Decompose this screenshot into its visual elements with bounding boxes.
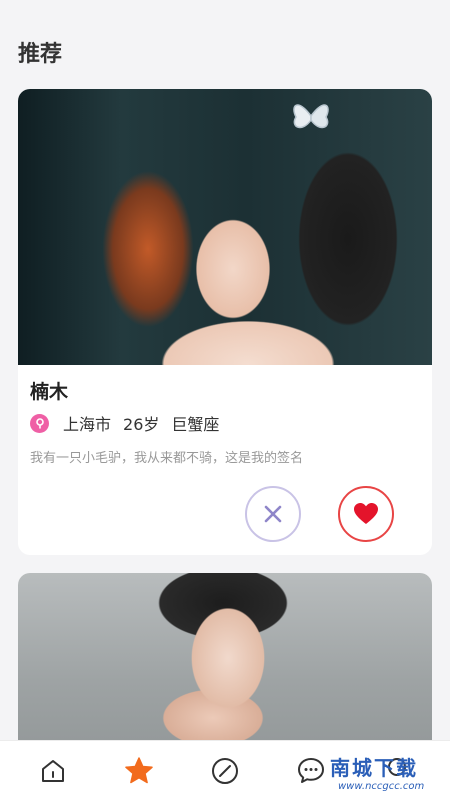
watermark-logo: 南城下载 www.nccgcc.com	[330, 752, 442, 798]
profile-photo[interactable]	[18, 89, 432, 365]
heart-icon	[354, 503, 378, 524]
tab-messages[interactable]	[295, 755, 327, 787]
chat-icon	[298, 758, 324, 783]
watermark-main-text: 南城下载	[330, 756, 418, 780]
profile-name: 楠木	[30, 381, 69, 403]
home-icon	[42, 760, 64, 782]
tab-recommend[interactable]	[123, 755, 155, 787]
compass-icon	[212, 758, 238, 784]
profile-zodiac: 巨蟹座	[171, 415, 220, 434]
dislike-button[interactable]	[245, 486, 301, 542]
tab-home[interactable]	[37, 755, 69, 787]
close-icon	[264, 505, 282, 523]
tab-discover[interactable]	[209, 755, 241, 787]
profile-card[interactable]: 楠木 上海市 26岁 巨蟹座 我有一只小毛驴，我从来都不骑，这是我的签名	[18, 89, 432, 555]
star-icon	[125, 757, 153, 784]
like-button[interactable]	[338, 486, 394, 542]
profile-city: 上海市	[63, 415, 112, 434]
page-title: 推荐	[18, 42, 63, 67]
watermark-url-text: www.nccgcc.com	[338, 781, 425, 792]
butterfly-hairclip-image	[293, 104, 329, 129]
card-actions	[18, 486, 432, 542]
profile-meta: 上海市 26岁 巨蟹座	[30, 411, 420, 435]
profile-signature: 我有一只小毛驴，我从来都不骑，这是我的签名	[30, 451, 304, 466]
profile-age: 26岁	[123, 415, 160, 434]
female-icon	[30, 413, 49, 433]
